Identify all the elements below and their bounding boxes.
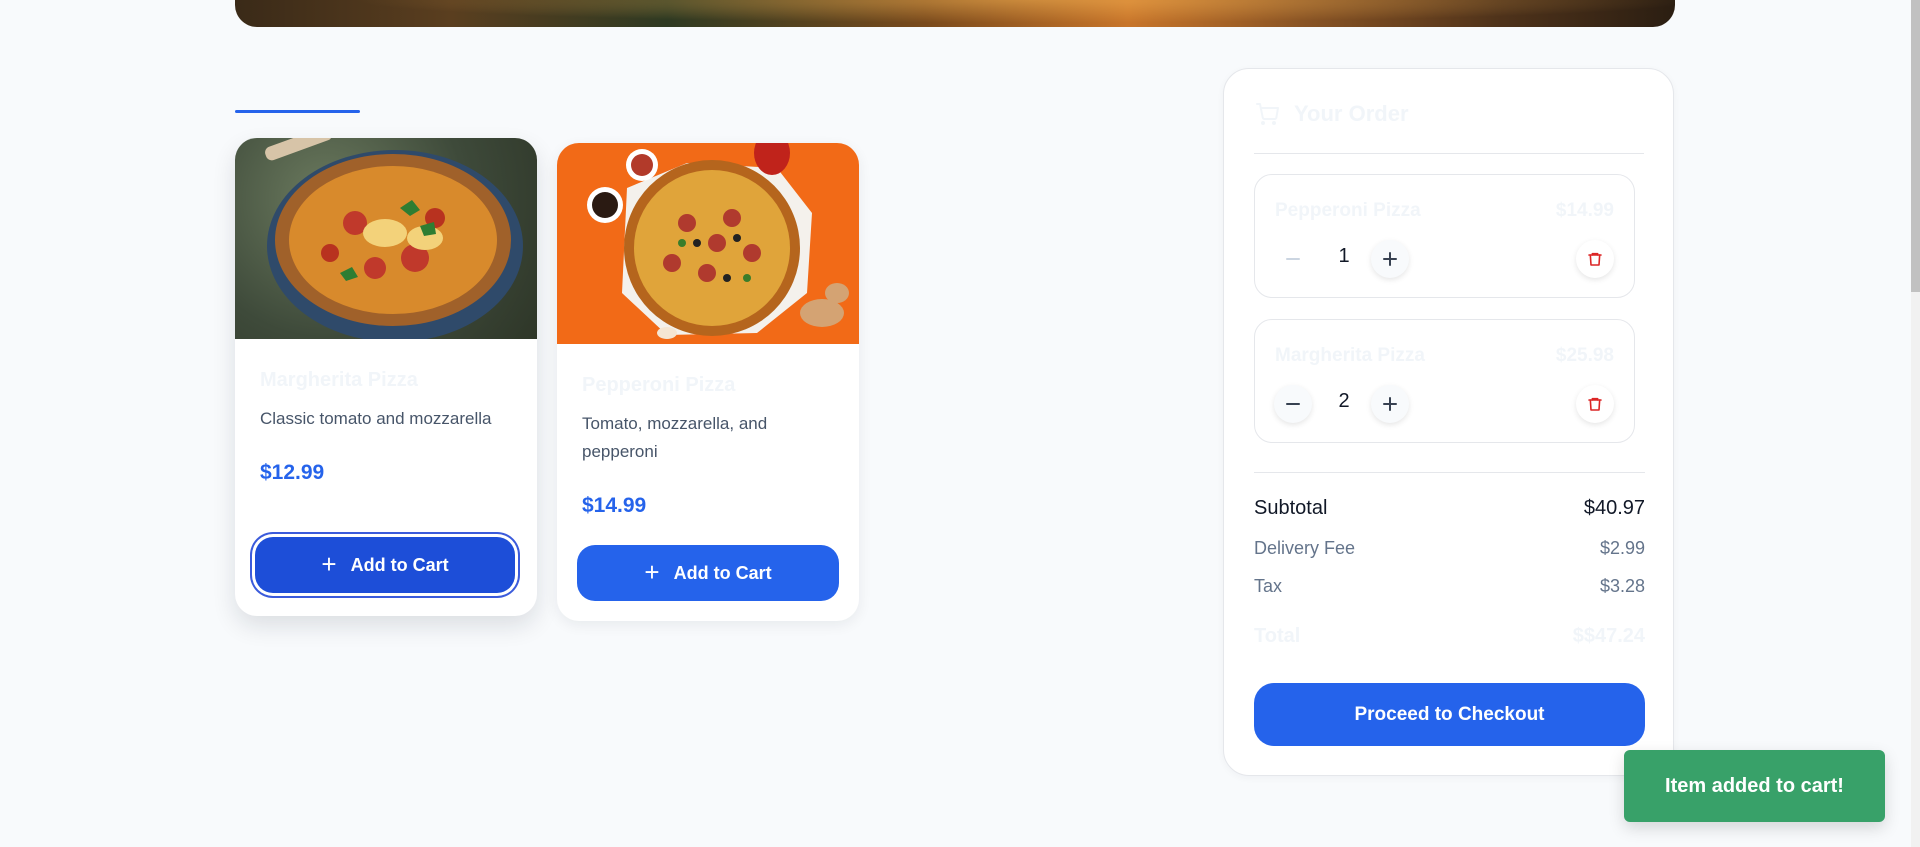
order-panel: Your Order Pepperoni Pizza $14.99 1 Marg… bbox=[1223, 68, 1674, 776]
cart-item: Margherita Pizza $25.98 2 bbox=[1254, 319, 1635, 443]
subtotal-row: Subtotal $40.97 bbox=[1254, 497, 1645, 520]
delivery-fee-value: $2.99 bbox=[1599, 538, 1645, 558]
trash-icon bbox=[1588, 397, 1602, 411]
increase-quantity-button[interactable] bbox=[1371, 240, 1409, 278]
total-label: Total bbox=[1254, 625, 1301, 647]
section-title-underline bbox=[235, 110, 360, 113]
cart-item-price: $25.98 bbox=[1555, 345, 1614, 366]
cart-item: Pepperoni Pizza $14.99 1 bbox=[1254, 174, 1635, 298]
divider bbox=[1254, 153, 1644, 154]
tax-row: Tax $3.28 bbox=[1254, 576, 1645, 597]
delivery-fee-row: Delivery Fee $2.99 bbox=[1254, 538, 1645, 559]
proceed-to-checkout-button[interactable]: Proceed to Checkout bbox=[1254, 683, 1645, 746]
shopping-cart-icon bbox=[1256, 103, 1279, 125]
hero-banner-image bbox=[235, 0, 1675, 27]
add-to-cart-label: Add to Cart bbox=[673, 562, 772, 583]
menu-item-description: Tomato, mozzarella, and pepperoni bbox=[582, 414, 768, 461]
menu-item-price: $12.99 bbox=[260, 461, 325, 484]
decrease-quantity-button[interactable] bbox=[1274, 240, 1312, 278]
order-title: Your Order bbox=[1294, 101, 1409, 126]
scrollbar-thumb[interactable] bbox=[1911, 0, 1920, 292]
menu-item-name: Pepperoni Pizza bbox=[582, 374, 736, 396]
tax-label: Tax bbox=[1254, 576, 1283, 596]
cart-item-name: Margherita Pizza bbox=[1275, 345, 1425, 366]
total-value: $$47.24 bbox=[1572, 625, 1645, 647]
minus-icon bbox=[1286, 403, 1300, 405]
margherita-pizza-image bbox=[235, 138, 537, 339]
trash-icon bbox=[1588, 252, 1602, 266]
menu-item-description: Classic tomato and mozzarella bbox=[260, 409, 492, 428]
page-scrollbar[interactable] bbox=[1911, 0, 1920, 847]
plus-icon bbox=[1383, 397, 1397, 411]
toast-notification: Item added to cart! bbox=[1624, 750, 1885, 822]
add-to-cart-button[interactable]: + Add to Cart bbox=[577, 545, 839, 601]
add-to-cart-label: Add to Cart bbox=[350, 554, 449, 575]
subtotal-label: Subtotal bbox=[1254, 497, 1328, 519]
divider bbox=[1254, 472, 1645, 473]
menu-item-name: Margherita Pizza bbox=[260, 369, 418, 391]
cart-item-name: Pepperoni Pizza bbox=[1275, 200, 1421, 221]
pepperoni-pizza-image bbox=[557, 143, 859, 344]
delivery-fee-label: Delivery Fee bbox=[1254, 538, 1356, 558]
quantity-value: 1 bbox=[1338, 245, 1350, 267]
quantity-value: 2 bbox=[1338, 390, 1350, 412]
plus-icon: + bbox=[321, 548, 337, 579]
minus-icon bbox=[1286, 258, 1300, 260]
plus-icon bbox=[1383, 252, 1397, 266]
increase-quantity-button[interactable] bbox=[1371, 385, 1409, 423]
remove-item-button[interactable] bbox=[1576, 385, 1614, 423]
tax-value: $3.28 bbox=[1599, 576, 1645, 596]
menu-item-price: $14.99 bbox=[582, 494, 647, 517]
plus-icon: + bbox=[644, 556, 660, 587]
decrease-quantity-button[interactable] bbox=[1274, 385, 1312, 423]
menu-card-pepperoni: Pepperoni Pizza Tomato, mozzarella, and … bbox=[557, 143, 859, 621]
order-header: Your Order bbox=[1254, 101, 1409, 127]
cart-item-price: $14.99 bbox=[1555, 200, 1614, 221]
add-to-cart-button[interactable]: + Add to Cart bbox=[255, 537, 515, 593]
subtotal-value: $40.97 bbox=[1583, 497, 1645, 519]
remove-item-button[interactable] bbox=[1576, 240, 1614, 278]
menu-card-margherita: Margherita Pizza Classic tomato and mozz… bbox=[235, 138, 537, 616]
total-row: Total $$47.24 bbox=[1254, 625, 1645, 648]
